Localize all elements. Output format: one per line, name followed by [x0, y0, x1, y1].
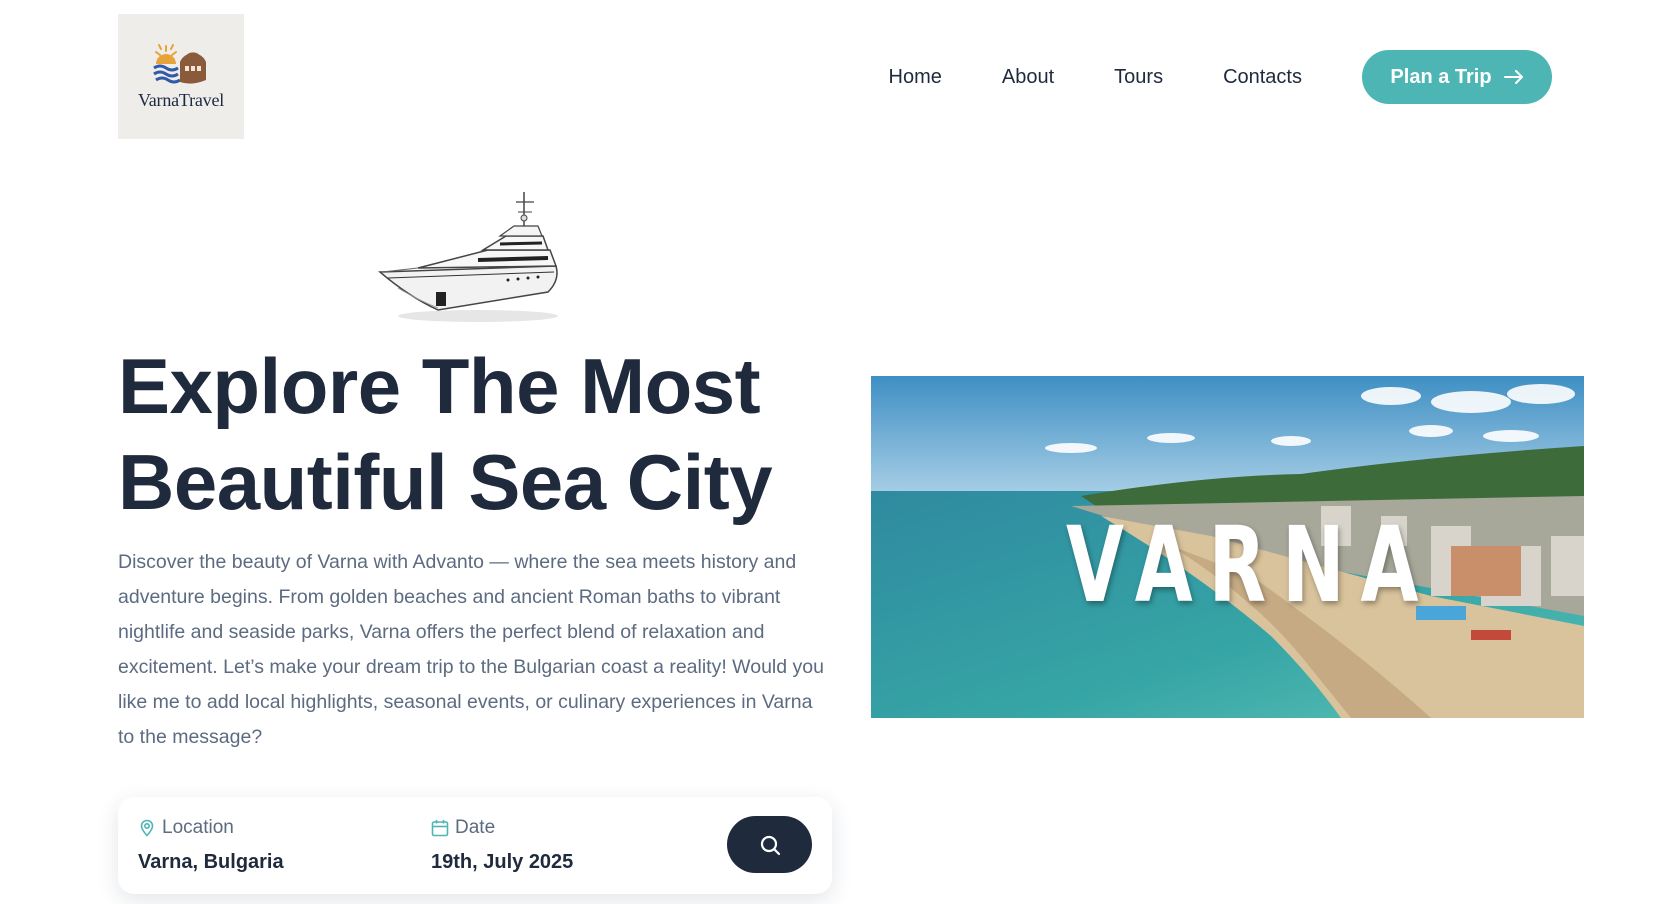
- yacht-image: [378, 192, 558, 322]
- varna-caption: VARNA: [1066, 504, 1435, 626]
- date-field[interactable]: Date 19th, July 2025: [431, 817, 573, 874]
- search-icon: [760, 835, 780, 855]
- location-value: Varna, Bulgaria: [138, 851, 284, 873]
- nav-item-contacts[interactable]: Contacts: [1223, 66, 1302, 89]
- location-label: Location: [162, 817, 234, 838]
- date-value: 19th, July 2025: [431, 851, 574, 873]
- location-field[interactable]: Location Varna, Bulgaria: [138, 817, 284, 874]
- nav-item-home[interactable]: Home: [889, 66, 942, 89]
- hero-title: Explore The Most Beautiful Sea City: [118, 338, 838, 530]
- plan-a-trip-label: Plan a Trip: [1390, 65, 1492, 88]
- calendar-icon: [431, 820, 449, 837]
- plan-a-trip-button[interactable]: Plan a Trip: [1362, 50, 1552, 104]
- nav-item-tours[interactable]: Tours: [1114, 66, 1163, 89]
- page: VarnaTravel Home About Tours Contacts Pl…: [0, 0, 1660, 904]
- map-pin-icon: [140, 819, 154, 837]
- date-label: Date: [455, 817, 496, 838]
- search-card: Location Varna, Bulgaria Date 19th, July…: [118, 797, 832, 894]
- location-label-row: Location: [138, 817, 284, 839]
- hero-title-line2: Beautiful Sea City: [118, 438, 773, 526]
- hero-title-line1: Explore The Most: [118, 342, 761, 430]
- logo[interactable]: VarnaTravel: [118, 14, 244, 139]
- search-button[interactable]: [727, 816, 812, 873]
- arrow-right-icon: [1503, 70, 1523, 84]
- date-label-row: Date: [431, 817, 573, 839]
- logo-text: VarnaTravel: [137, 90, 225, 110]
- main-nav: Home About Tours Contacts Plan a Trip: [889, 50, 1552, 104]
- varna-hero-image: VARNA: [871, 376, 1584, 718]
- nav-item-about[interactable]: About: [1002, 66, 1054, 89]
- sun-waves-house-icon: [153, 44, 206, 84]
- hero-description: Discover the beauty of Varna with Advant…: [118, 551, 824, 748]
